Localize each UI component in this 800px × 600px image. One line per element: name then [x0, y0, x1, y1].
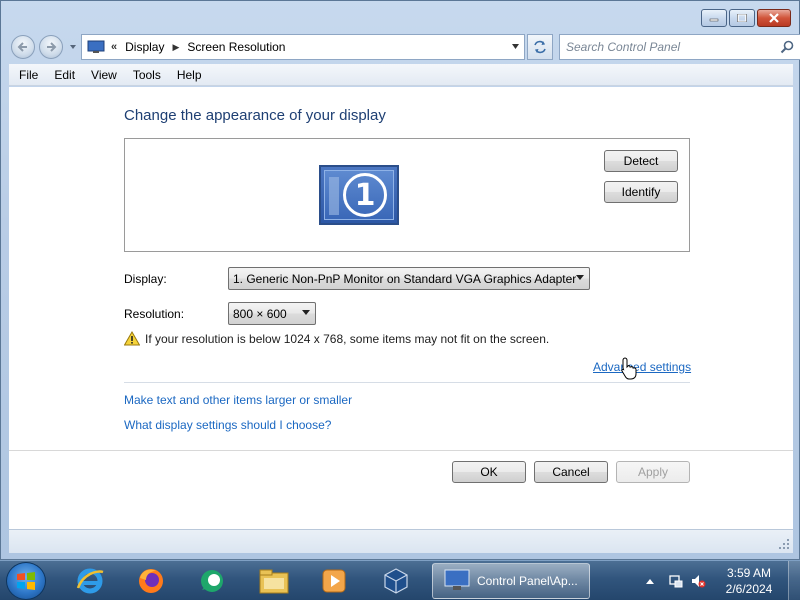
start-button[interactable] — [6, 562, 46, 600]
virtualbox-icon[interactable] — [378, 564, 414, 598]
forward-arrow-icon — [47, 42, 57, 52]
display-dropdown[interactable]: 1. Generic Non-PnP Monitor on Standard V… — [228, 267, 590, 290]
resolution-warning: If your resolution is below 1024 x 768, … — [124, 331, 549, 346]
ok-button[interactable]: OK — [452, 461, 526, 483]
divider — [124, 382, 690, 383]
breadcrumb-separator[interactable]: ▶ — [172, 42, 179, 53]
title-bar[interactable] — [1, 1, 799, 31]
monitor-number: 1 — [343, 173, 387, 217]
navigation-row: « Display ▶ Screen Resolution Search Con… — [9, 34, 800, 60]
media-player-icon[interactable] — [316, 564, 352, 598]
minimize-button[interactable] — [701, 9, 727, 27]
resize-grip-icon[interactable] — [778, 538, 790, 550]
resolution-dropdown[interactable]: 800 × 600 — [228, 302, 316, 325]
file-explorer-icon[interactable] — [256, 564, 292, 598]
windows-logo-icon — [17, 572, 35, 590]
monitor-screen: 1 — [324, 170, 394, 220]
menu-file[interactable]: File — [9, 68, 46, 82]
refresh-icon — [534, 40, 546, 54]
detect-button[interactable]: Detect — [604, 150, 678, 172]
resolution-dropdown-value: 800 × 600 — [233, 306, 287, 321]
screen-resolution-panel: Change the appearance of your display 1 … — [9, 87, 793, 529]
address-bar[interactable]: « Display ▶ Screen Resolution — [81, 34, 525, 60]
search-icon[interactable] — [780, 40, 794, 54]
taskbar-window-label: Control Panel\Ap... — [477, 574, 578, 588]
page-title: Change the appearance of your display — [124, 107, 386, 124]
hand-cursor-icon — [621, 357, 637, 380]
clock-time: 3:59 AM — [726, 566, 772, 580]
internet-explorer-icon[interactable] — [72, 564, 108, 598]
monitor-arrangement-area: 1 Detect Identify — [124, 138, 690, 252]
forward-button[interactable] — [39, 35, 63, 59]
window-controls — [699, 9, 791, 27]
apply-button[interactable]: Apply — [616, 461, 690, 483]
nav-buttons — [9, 34, 81, 60]
monitor-desktop-thumbnail — [329, 177, 339, 215]
firefox-icon[interactable] — [133, 564, 169, 598]
network-icon[interactable] — [668, 573, 684, 589]
display-settings-help-link[interactable]: What display settings should I choose? — [124, 418, 331, 432]
status-bar — [9, 529, 793, 553]
divider — [9, 450, 793, 451]
advanced-settings-link[interactable]: Advanced settings — [593, 360, 691, 374]
chat-icon[interactable] — [194, 564, 230, 598]
chevron-down-icon — [302, 310, 310, 315]
warning-text: If your resolution is below 1024 x 768, … — [145, 331, 550, 346]
display-label: Display: — [124, 272, 167, 286]
display-control-panel-icon — [444, 569, 470, 590]
back-arrow-icon — [17, 42, 27, 52]
resolution-label: Resolution: — [124, 307, 185, 321]
search-input[interactable]: Search Control Panel — [566, 40, 680, 54]
maximize-button[interactable] — [729, 9, 755, 27]
breadcrumb-display[interactable]: Display — [125, 40, 164, 54]
menu-bar: File Edit View Tools Help — [9, 64, 793, 86]
identify-button[interactable]: Identify — [604, 181, 678, 203]
maximize-icon — [737, 14, 747, 22]
text-size-link[interactable]: Make text and other items larger or smal… — [124, 393, 352, 407]
chevron-down-icon — [576, 275, 584, 280]
taskbar-control-panel-button[interactable]: Control Panel\Ap... — [432, 563, 590, 599]
clock-date: 2/6/2024 — [725, 582, 773, 596]
show-desktop-button[interactable] — [788, 561, 800, 600]
menu-edit[interactable]: Edit — [46, 68, 83, 82]
back-button[interactable] — [11, 35, 35, 59]
taskbar: Control Panel\Ap... 3:59 AM 2/6/2024 — [0, 560, 800, 600]
address-dropdown-icon[interactable] — [511, 42, 520, 51]
close-button[interactable] — [757, 9, 791, 27]
display-dropdown-value: 1. Generic Non-PnP Monitor on Standard V… — [233, 271, 577, 286]
menu-view[interactable]: View — [83, 68, 125, 82]
warning-icon — [124, 331, 140, 346]
recent-pages-dropdown-icon[interactable] — [68, 42, 78, 52]
menu-help[interactable]: Help — [169, 68, 210, 82]
minimize-icon — [709, 18, 719, 22]
cancel-button[interactable]: Cancel — [534, 461, 608, 483]
refresh-button[interactable] — [527, 34, 553, 60]
search-box[interactable]: Search Control Panel — [559, 34, 800, 60]
system-clock[interactable]: 3:59 AM 2/6/2024 — [718, 565, 780, 597]
address-overflow-chevron[interactable]: « — [111, 41, 117, 53]
menu-tools[interactable]: Tools — [125, 68, 169, 82]
monitor-1-tile[interactable]: 1 — [319, 165, 399, 225]
volume-muted-icon[interactable] — [690, 573, 706, 589]
close-icon — [769, 13, 779, 23]
show-hidden-icons-icon[interactable] — [644, 576, 656, 586]
display-control-panel-icon — [87, 40, 105, 53]
control-panel-window: « Display ▶ Screen Resolution Search Con… — [0, 0, 800, 560]
breadcrumb-screen-resolution[interactable]: Screen Resolution — [187, 40, 285, 54]
system-tray — [640, 561, 706, 600]
